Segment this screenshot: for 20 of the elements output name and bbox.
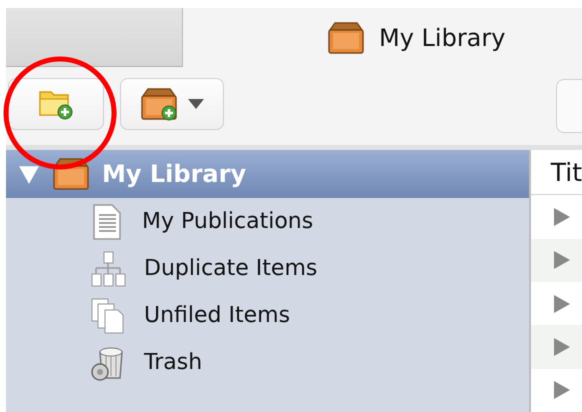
collection-label: Trash — [144, 350, 202, 375]
collection-label: Duplicate Items — [144, 256, 318, 281]
collection-label: Unfiled Items — [144, 303, 290, 328]
collection-label: My Publications — [142, 209, 314, 234]
collection-item[interactable]: Trash — [6, 339, 529, 386]
caret-icon — [188, 99, 204, 109]
hierarchy-icon — [90, 250, 126, 288]
pages-icon — [90, 296, 126, 334]
collection-item[interactable]: My Publications — [6, 198, 529, 245]
tab[interactable] — [6, 8, 183, 67]
box-icon — [327, 20, 365, 54]
box-icon — [52, 157, 90, 191]
window-title: My Library — [379, 24, 506, 52]
library-label: My Library — [102, 160, 246, 188]
collection-item[interactable]: Duplicate Items — [6, 245, 529, 292]
collection-item[interactable]: Unfiled Items — [6, 292, 529, 339]
new-collection-button[interactable] — [8, 78, 104, 130]
column-header[interactable]: Tit — [550, 158, 582, 187]
box-plus-icon — [140, 87, 178, 121]
new-library-button[interactable] — [120, 78, 224, 130]
